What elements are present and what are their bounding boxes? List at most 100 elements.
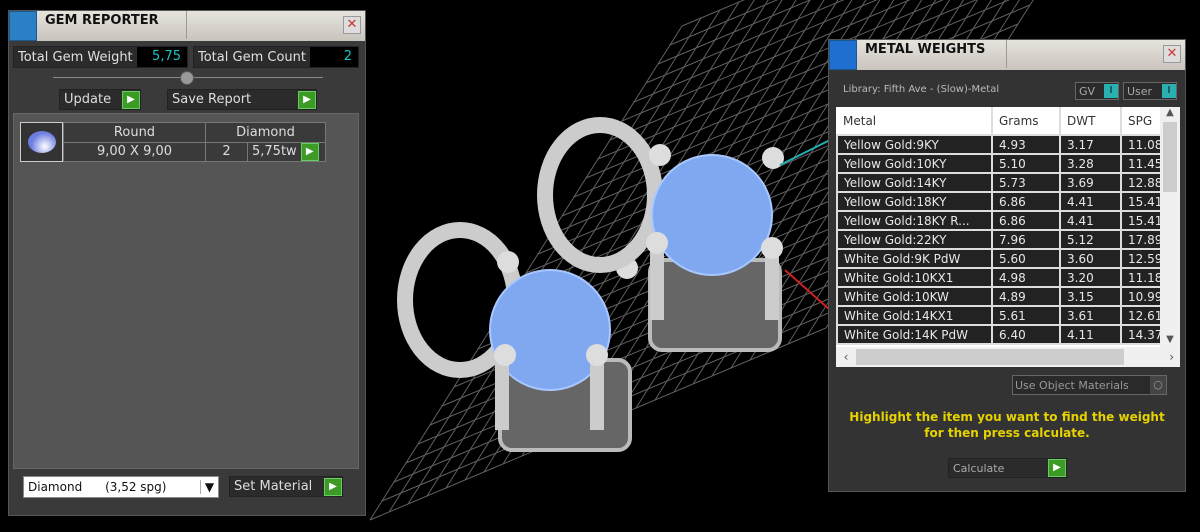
play-icon: ▶ (122, 90, 140, 109)
table-cell: 5.73 (991, 172, 1061, 193)
table-cell: 4.98 (991, 267, 1061, 288)
total-gem-weight-value: 5,75 (136, 47, 187, 67)
table-cell: Yellow Gold:22KY (836, 229, 993, 250)
column-header[interactable]: DWT (1060, 107, 1122, 135)
chevron-down-icon[interactable]: ▼ (1160, 334, 1180, 345)
table-header: Metal Grams DWT SPG (837, 107, 1160, 135)
play-icon[interactable]: ▶ (300, 142, 319, 161)
metal-table: Metal Grams DWT SPG Yellow Gold:9KY 4.93 3.17… (836, 107, 1160, 345)
table-row[interactable]: White Gold:14K PdW 6.40 4.11 14.37 (836, 324, 1160, 345)
splitter-knob[interactable] (180, 71, 194, 85)
gem-material: Diamond (205, 122, 326, 143)
table-cell: Yellow Gold:10KY (836, 153, 993, 174)
table-cell: 10.99 (1120, 286, 1160, 307)
table-row[interactable]: White Gold:14KX1 5.61 3.61 12.61 (836, 305, 1160, 326)
table-cell: 5.60 (991, 248, 1061, 269)
use-object-materials-label: Use Object Materials (1015, 378, 1129, 392)
vertical-scrollbar[interactable]: ▲ ▼ (1160, 107, 1180, 347)
table-cell: White Gold:14KX1 (836, 305, 993, 326)
total-gem-weight-label: Total Gem Weight (18, 49, 133, 65)
chevron-left-icon[interactable]: ‹ (836, 350, 856, 364)
table-row[interactable]: Yellow Gold:22KY 7.96 5.12 17.89 (836, 229, 1160, 250)
scrollbar-thumb[interactable] (1163, 122, 1177, 192)
calculate-button[interactable]: Calculate ▶ (948, 458, 1067, 478)
column-header[interactable]: Metal (837, 107, 993, 135)
table-cell: 11.08 (1120, 134, 1160, 155)
material-select-value: Diamond (3,52 spg) (28, 480, 167, 494)
table-cell: 15.41 (1120, 191, 1160, 212)
table-cell: 6.86 (991, 191, 1061, 212)
table-row[interactable]: White Gold:10KW 4.89 3.15 10.99 (836, 286, 1160, 307)
gem-thumbnail-icon (20, 122, 63, 162)
table-row[interactable]: Yellow Gold:18KY 6.86 4.41 15.41 (836, 191, 1160, 212)
table-row[interactable]: Yellow Gold:14KY 5.73 3.69 12.88 (836, 172, 1160, 193)
table-cell: 4.89 (991, 286, 1061, 307)
chevron-right-icon[interactable]: › (1124, 350, 1180, 364)
table-row[interactable]: White Gold:10KX1 4.98 3.20 11.18 (836, 267, 1160, 288)
table-cell: 4.11 (1059, 324, 1122, 345)
chevron-down-icon: ▼ (200, 480, 218, 494)
table-cell: Yellow Gold:9KY (836, 134, 993, 155)
play-icon: ▶ (1048, 459, 1066, 477)
gem-list-item[interactable]: Round Diamond 9,00 X 9,00 2 5,75tw ▶ (20, 122, 326, 162)
gem-reporter-icon (9, 11, 37, 41)
table-cell: 3.28 (1059, 153, 1122, 174)
table-cell: 3.20 (1059, 267, 1122, 288)
table-cell: 11.45 (1120, 153, 1160, 174)
gem-weight: 5,75tw ▶ (247, 141, 326, 162)
scrollbar-thumb[interactable] (856, 349, 1124, 365)
table-cell: White Gold:14K PdW (836, 324, 993, 345)
table-row[interactable]: White Gold:9K PdW 5.60 3.60 12.59 (836, 248, 1160, 269)
play-icon: ▶ (324, 477, 342, 496)
use-object-materials-toggle[interactable]: Use Object Materials ○ (1012, 375, 1167, 395)
gem-size: 9,00 X 9,00 (63, 141, 206, 162)
table-cell: 6.40 (991, 324, 1061, 345)
instruction-text: Highlight the item you want to find the … (849, 410, 1165, 440)
table-cell: 3.17 (1059, 134, 1122, 155)
set-material-label: Set Material (234, 479, 313, 494)
total-gem-weight: Total Gem Weight 5,75 (13, 46, 188, 68)
play-icon: ▶ (298, 90, 316, 109)
table-row[interactable]: Yellow Gold:10KY 5.10 3.28 11.45 (836, 153, 1160, 174)
gem-list: Round Diamond 9,00 X 9,00 2 5,75tw ▶ (13, 113, 359, 469)
set-material-button[interactable]: Set Material ▶ (229, 476, 343, 497)
table-cell: 5.12 (1059, 229, 1122, 250)
table-cell: 3.69 (1059, 172, 1122, 193)
table-cell: 7.96 (991, 229, 1061, 250)
save-report-button[interactable]: Save Report ▶ (167, 89, 317, 110)
table-cell: Yellow Gold:18KY R... (836, 210, 993, 231)
column-header[interactable]: SPG (1121, 107, 1160, 135)
gv-toggle[interactable]: GV I (1075, 82, 1119, 100)
scale-icon (829, 40, 857, 70)
table-cell: 17.89 (1120, 229, 1160, 250)
table-row[interactable]: Yellow Gold:9KY 4.93 3.17 11.08 (836, 134, 1160, 155)
user-toggle[interactable]: User I (1123, 82, 1177, 100)
radio-icon: ○ (1150, 376, 1166, 394)
table-cell: 5.10 (991, 153, 1061, 174)
metal-weights-titlebar[interactable]: METAL WEIGHTS ✕ (829, 40, 1185, 70)
save-report-label: Save Report (172, 92, 252, 107)
horizontal-scrollbar[interactable]: ‹ › (836, 347, 1180, 367)
close-icon[interactable]: ✕ (343, 16, 361, 34)
panel-title: METAL WEIGHTS (857, 40, 1007, 68)
table-cell: 12.88 (1120, 172, 1160, 193)
table-cell: 12.59 (1120, 248, 1160, 269)
column-header[interactable]: Grams (992, 107, 1061, 135)
calculate-label: Calculate (953, 461, 1005, 475)
close-icon[interactable]: ✕ (1163, 45, 1181, 63)
gem-reporter-titlebar[interactable]: GEM REPORTER ✕ (9, 11, 365, 41)
table-row[interactable]: Yellow Gold:18KY R... 6.86 4.41 15.41 (836, 210, 1160, 231)
toggle-icon: I (1104, 84, 1118, 98)
table-cell: 11.18 (1120, 267, 1160, 288)
table-cell: 3.15 (1059, 286, 1122, 307)
table-cell: Yellow Gold:18KY (836, 191, 993, 212)
gv-label: GV (1079, 84, 1096, 98)
total-gem-count: Total Gem Count 2 (193, 46, 359, 68)
update-button[interactable]: Update ▶ (59, 89, 141, 110)
chevron-up-icon[interactable]: ▲ (1160, 107, 1180, 118)
toggle-icon: I (1162, 84, 1176, 98)
table-cell: 3.60 (1059, 248, 1122, 269)
table-cell: 15.41 (1120, 210, 1160, 231)
material-select[interactable]: Diamond (3,52 spg) ▼ (23, 476, 219, 498)
library-label: Library: Fifth Ave - (Slow)-Metal (843, 84, 1000, 95)
